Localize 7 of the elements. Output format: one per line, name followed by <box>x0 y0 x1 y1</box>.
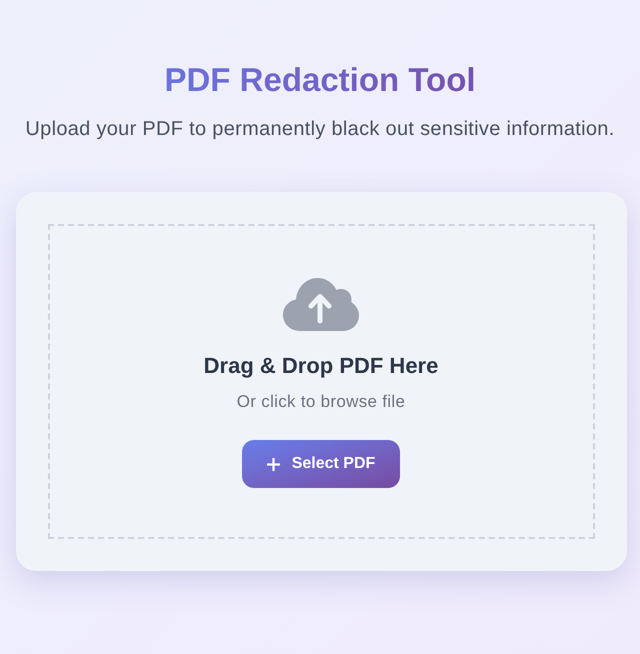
plus-icon <box>266 458 280 470</box>
browse-hint: Or click to browse file <box>236 391 406 413</box>
drop-heading: Drag & Drop PDF Here <box>204 352 438 380</box>
cloud-upload-icon <box>283 278 359 331</box>
page-subtitle: Upload your PDF to permanently black out sensitive information. <box>25 117 615 142</box>
select-pdf-button[interactable]: Select PDF <box>242 440 400 488</box>
drop-zone[interactable]: Drag & Drop PDF Here Or click to browse file Select PDF <box>48 224 594 539</box>
